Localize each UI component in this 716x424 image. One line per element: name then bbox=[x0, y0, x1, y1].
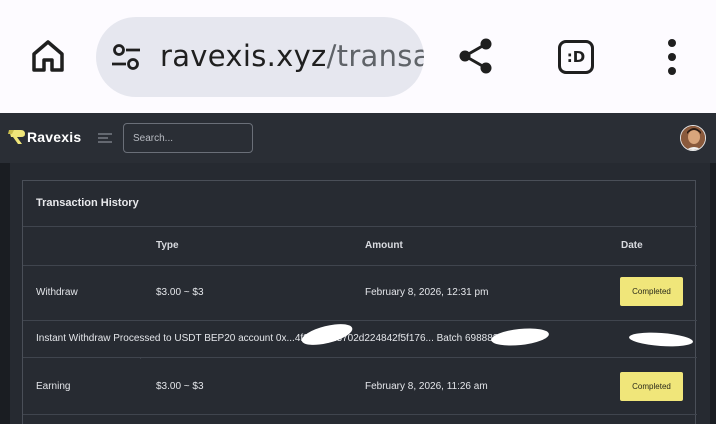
more-vert-icon[interactable] bbox=[664, 38, 680, 76]
url-domain: ravexis.xyz bbox=[160, 39, 327, 73]
app-navbar: Ravexis bbox=[0, 113, 716, 163]
browser-toolbar: ravexis.xyz/transa :D bbox=[0, 0, 716, 113]
row-type: $3.00 ~ $3 bbox=[156, 381, 204, 392]
brand-logo[interactable]: Ravexis bbox=[8, 129, 81, 145]
tune-icon[interactable] bbox=[110, 43, 142, 71]
column-header-type: Type bbox=[156, 240, 179, 251]
search-input[interactable] bbox=[123, 123, 253, 153]
row-amount: February 8, 2026, 12:31 pm bbox=[365, 287, 489, 298]
row-label: Earning bbox=[36, 381, 71, 392]
url-path: /transa bbox=[326, 39, 424, 73]
status-badge: Completed bbox=[620, 372, 683, 401]
transaction-history-card: Transaction History Type Amount Date Wit… bbox=[22, 180, 697, 424]
transaction-note: Instant Withdraw Processed to USDT BEP20… bbox=[36, 333, 513, 344]
brand-name: Ravexis bbox=[27, 129, 82, 145]
user-avatar[interactable] bbox=[680, 125, 706, 151]
card-title: Transaction History bbox=[36, 197, 139, 209]
divider bbox=[23, 265, 697, 266]
tab-switcher-button[interactable]: :D bbox=[558, 40, 594, 74]
divider bbox=[23, 320, 697, 321]
main-content: Transaction History Type Amount Date Wit… bbox=[10, 163, 710, 424]
avatar-portrait-icon bbox=[681, 126, 705, 150]
url-text[interactable]: ravexis.xyz/transa bbox=[160, 39, 424, 73]
status-badge: Completed bbox=[620, 277, 683, 306]
divider bbox=[23, 226, 697, 227]
share-icon[interactable] bbox=[456, 36, 496, 76]
redaction-mark bbox=[628, 330, 694, 349]
row-amount: February 8, 2026, 11:26 am bbox=[365, 381, 488, 392]
column-header-date: Date bbox=[621, 240, 643, 251]
redaction-mark bbox=[490, 326, 550, 348]
divider bbox=[23, 357, 697, 358]
hamburger-menu-icon[interactable] bbox=[98, 132, 112, 144]
page-gutter-left bbox=[0, 163, 10, 424]
home-icon[interactable] bbox=[28, 36, 68, 76]
page-gutter-right bbox=[710, 163, 716, 424]
logo-mark-icon bbox=[8, 130, 25, 144]
divider bbox=[23, 414, 697, 415]
column-header-amount: Amount bbox=[365, 240, 403, 251]
address-bar[interactable]: ravexis.xyz/transa bbox=[96, 17, 424, 97]
row-label: Withdraw bbox=[36, 287, 78, 298]
redaction-mark bbox=[299, 319, 355, 350]
row-type: $3.00 ~ $3 bbox=[156, 287, 204, 298]
